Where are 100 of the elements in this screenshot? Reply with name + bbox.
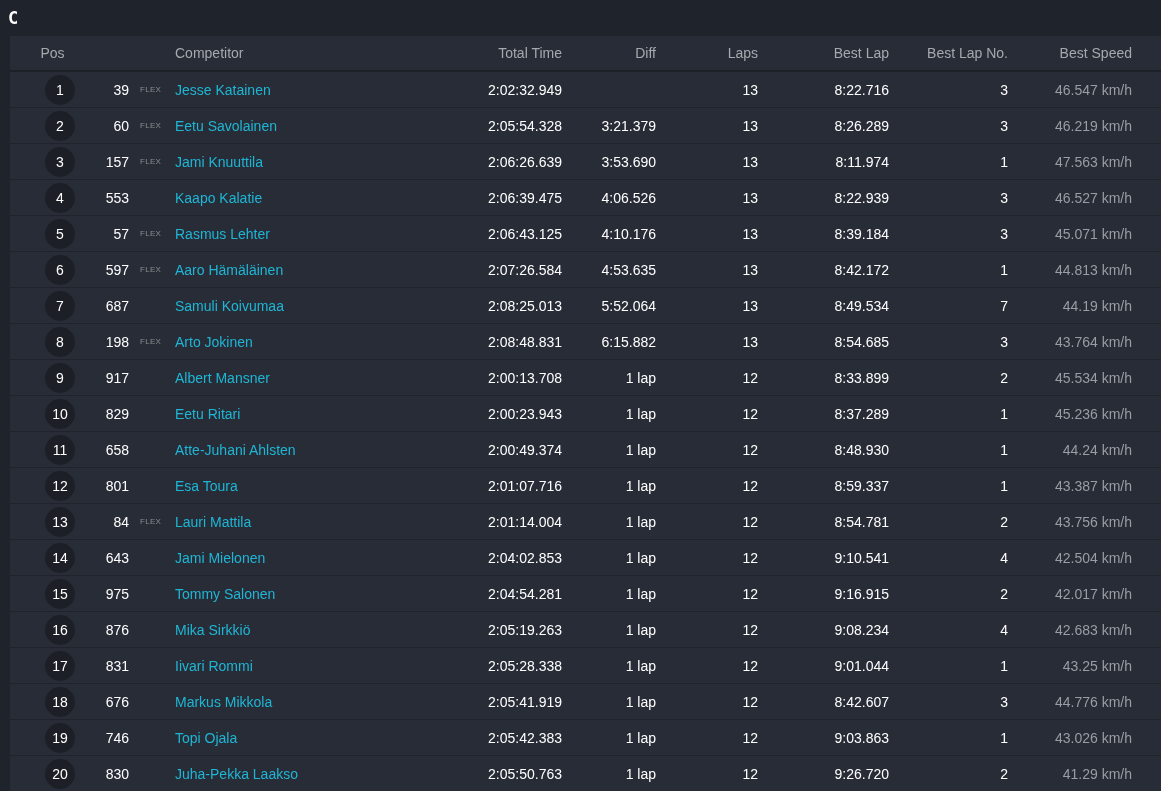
position-badge: 11 [45,434,75,465]
laps-count: 13 [742,261,758,278]
best-speed: 41.29 km/h [1062,765,1132,782]
time-diff: 4:10.176 [601,225,656,242]
laps-count: 12 [742,585,758,602]
competitor-link[interactable]: Juha-Pekka Laakso [175,765,298,782]
total-time: 2:08:48.831 [488,333,562,350]
time-diff: 1 lap [625,693,656,710]
bib-number: 39 [113,81,129,98]
competitor-link[interactable]: Atte-Juhani Ahlsten [175,441,296,458]
column-header: Best Speed [1059,45,1132,61]
best-lap: 8:42.172 [834,261,889,278]
total-time: 2:05:42.383 [488,729,562,746]
best-speed: 45.534 km/h [1054,369,1132,386]
total-time: 2:00:23.943 [488,405,562,422]
best-speed: 42.504 km/h [1054,549,1132,566]
bib-number: 801 [105,477,129,494]
competitor-link[interactable]: Rasmus Lehter [175,225,270,242]
bib-number: 643 [105,549,129,566]
bib-number: 157 [105,153,129,170]
time-diff: 3:53.690 [601,153,656,170]
best-lap-number: 1 [1000,477,1008,494]
laps-count: 13 [742,297,758,314]
best-lap: 8:59.337 [834,477,889,494]
competitor-link[interactable]: Jami Knuuttila [175,153,263,170]
position-badge: 14 [45,542,75,573]
column-header: Pos [40,45,65,61]
laps-count: 13 [742,333,758,350]
best-lap: 8:54.781 [834,513,889,530]
competitor-link[interactable]: Albert Mansner [175,369,270,386]
time-diff: 1 lap [625,369,656,386]
time-diff: 1 lap [625,621,656,638]
total-time: 2:06:39.475 [488,189,562,206]
time-diff: 6:15.882 [601,333,656,350]
best-lap-number: 1 [1000,657,1008,674]
competitor-link[interactable]: Mika Sirkkiö [175,621,251,638]
best-speed: 43.764 km/h [1054,333,1132,350]
competitor-link[interactable]: Jami Mielonen [175,549,266,566]
position-badge: 8 [45,326,75,357]
best-lap-number: 1 [1000,405,1008,422]
total-time: 2:05:28.338 [488,657,562,674]
competitor-link[interactable]: Lauri Mattila [175,513,252,530]
best-speed: 46.547 km/h [1054,81,1132,98]
best-lap: 8:48.930 [834,441,889,458]
best-speed: 43.387 km/h [1054,477,1132,494]
best-speed: 45.071 km/h [1054,225,1132,242]
best-lap-number: 2 [1000,585,1008,602]
laps-count: 12 [742,549,758,566]
best-lap-number: 3 [1000,225,1008,242]
competitor-link[interactable]: Samuli Koivumaa [175,297,284,314]
competitor-link[interactable]: Markus Mikkola [175,693,273,710]
total-time: 2:08:25.013 [488,297,562,314]
total-time: 2:05:19.263 [488,621,562,638]
position-badge: 6 [45,254,75,285]
best-lap-number: 1 [1000,729,1008,746]
time-diff: 1 lap [625,405,656,422]
competitor-link[interactable]: Esa Toura [175,477,238,494]
column-header: Diff [635,45,656,61]
bib-number: 876 [105,621,129,638]
category-tag: FLEX [129,265,162,274]
total-time: 2:00:13.708 [488,369,562,386]
best-speed: 46.527 km/h [1054,189,1132,206]
best-lap-number: 2 [1000,369,1008,386]
time-diff: 5:52.064 [601,297,656,314]
best-lap-number: 4 [1000,549,1008,566]
best-lap: 8:39.184 [834,225,889,242]
bib-number: 829 [105,405,129,422]
column-header: Competitor [175,45,244,61]
bib-number: 687 [105,297,129,314]
position-badge: 16 [45,614,75,645]
column-header: Laps [727,45,758,61]
competitor-link[interactable]: Jesse Katainen [175,81,271,98]
category-tag: FLEX [129,337,162,346]
bib-number: 84 [113,513,129,530]
best-speed: 44.24 km/h [1062,441,1132,458]
total-time: 2:02:32.949 [488,81,562,98]
position-badge: 2 [45,110,75,141]
category-tag: FLEX [129,121,162,130]
competitor-link[interactable]: Topi Ojala [175,729,238,746]
competitor-link[interactable]: Kaapo Kalatie [175,189,263,206]
bib-number: 831 [105,657,129,674]
best-lap-number: 3 [1000,189,1008,206]
time-diff: 4:53.635 [601,261,656,278]
position-badge: 19 [45,722,75,753]
competitor-link[interactable]: Iivari Rommi [175,657,253,674]
best-lap-number: 4 [1000,621,1008,638]
competitor-link[interactable]: Eetu Ritari [175,405,241,422]
best-speed: 43.026 km/h [1054,729,1132,746]
competitor-link[interactable]: Tommy Salonen [175,585,276,602]
competitor-link[interactable]: Aaro Hämäläinen [175,261,284,278]
best-lap-number: 1 [1000,441,1008,458]
position-badge: 20 [45,758,75,789]
column-header: Best Lap No. [927,45,1008,61]
column-header: Total Time [498,45,562,61]
bib-number: 597 [105,261,129,278]
position-badge: 9 [45,362,75,393]
competitor-link[interactable]: Arto Jokinen [175,333,253,350]
competitor-link[interactable]: Eetu Savolainen [175,117,277,134]
best-lap-number: 1 [1000,261,1008,278]
best-speed: 46.219 km/h [1054,117,1132,134]
